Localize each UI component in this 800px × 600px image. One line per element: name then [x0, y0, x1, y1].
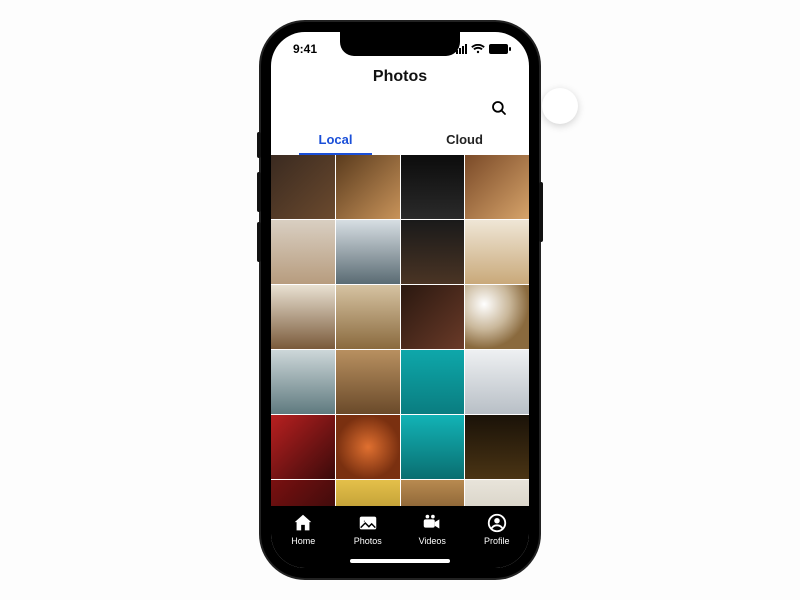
- screen: 9:41 Photos Local Cloud: [271, 32, 529, 568]
- notch: [340, 32, 460, 56]
- photo-thumbnail[interactable]: [401, 350, 465, 414]
- nav-label: Photos: [354, 536, 382, 546]
- photos-icon: [357, 512, 379, 534]
- header: Photos: [271, 66, 529, 92]
- search-icon: [490, 99, 508, 117]
- power-button: [539, 182, 543, 242]
- tab-local[interactable]: Local: [271, 126, 400, 155]
- photo-thumbnail[interactable]: [271, 220, 335, 284]
- photo-thumbnail[interactable]: [336, 155, 400, 219]
- wifi-icon: [471, 44, 485, 54]
- nav-photos[interactable]: Photos: [336, 512, 401, 546]
- nav-profile[interactable]: Profile: [465, 512, 530, 546]
- tab-label: Cloud: [446, 132, 483, 147]
- profile-icon: [486, 512, 508, 534]
- photo-thumbnail[interactable]: [336, 480, 400, 506]
- photo-thumbnail[interactable]: [336, 220, 400, 284]
- photo-thumbnail[interactable]: [465, 285, 529, 349]
- toolbar: [271, 92, 529, 126]
- photo-thumbnail[interactable]: [271, 480, 335, 506]
- nav-label: Videos: [419, 536, 446, 546]
- photo-thumbnail[interactable]: [465, 350, 529, 414]
- nav-label: Profile: [484, 536, 510, 546]
- photo-thumbnail[interactable]: [465, 480, 529, 506]
- status-right: [456, 44, 511, 54]
- nav-videos[interactable]: Videos: [400, 512, 465, 546]
- photo-thumbnail[interactable]: [465, 155, 529, 219]
- home-indicator[interactable]: [350, 559, 450, 563]
- photo-thumbnail[interactable]: [271, 285, 335, 349]
- page-title: Photos: [271, 68, 529, 86]
- nav-home[interactable]: Home: [271, 512, 336, 546]
- phone-frame: 9:41 Photos Local Cloud: [261, 22, 539, 578]
- photo-grid[interactable]: [271, 155, 529, 506]
- videos-icon: [421, 512, 443, 534]
- tabs: Local Cloud: [271, 126, 529, 155]
- photo-thumbnail[interactable]: [465, 415, 529, 479]
- photo-thumbnail[interactable]: [401, 285, 465, 349]
- photo-thumbnail[interactable]: [401, 480, 465, 506]
- status-time: 9:41: [293, 42, 317, 56]
- photo-thumbnail[interactable]: [271, 350, 335, 414]
- photo-thumbnail[interactable]: [401, 155, 465, 219]
- side-button: [257, 132, 261, 158]
- photo-thumbnail[interactable]: [336, 350, 400, 414]
- photo-thumbnail[interactable]: [401, 415, 465, 479]
- battery-icon: [489, 44, 511, 54]
- search-button[interactable]: [487, 96, 511, 120]
- photo-thumbnail[interactable]: [336, 285, 400, 349]
- tab-cloud[interactable]: Cloud: [400, 126, 529, 155]
- volume-down-button: [257, 222, 261, 262]
- tab-label: Local: [319, 132, 353, 147]
- photo-thumbnail[interactable]: [465, 220, 529, 284]
- floating-cursor: [542, 88, 578, 124]
- photo-thumbnail[interactable]: [401, 220, 465, 284]
- photo-thumbnail[interactable]: [271, 415, 335, 479]
- nav-label: Home: [291, 536, 315, 546]
- photo-thumbnail[interactable]: [271, 155, 335, 219]
- photo-thumbnail[interactable]: [336, 415, 400, 479]
- volume-up-button: [257, 172, 261, 212]
- home-icon: [292, 512, 314, 534]
